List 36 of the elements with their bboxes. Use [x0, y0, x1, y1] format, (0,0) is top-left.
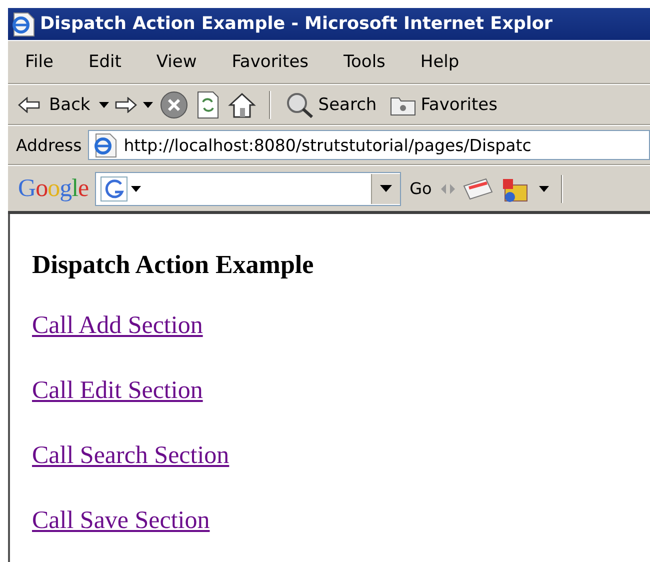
caret-icon[interactable] — [99, 102, 110, 108]
page-heading: Dispatch Action Example — [32, 250, 314, 280]
search-button[interactable]: Search — [283, 90, 380, 120]
forward-arrow-icon — [115, 96, 138, 112]
refresh-icon[interactable] — [195, 90, 222, 120]
caret-icon[interactable] — [538, 186, 549, 192]
arrows-icon — [440, 182, 455, 196]
address-label: Address — [16, 136, 82, 154]
back-arrow-icon — [18, 96, 40, 112]
menu-item[interactable]: File — [20, 48, 84, 76]
dropdown-button[interactable] — [370, 174, 400, 204]
menu-item[interactable]: Help — [415, 48, 490, 76]
home-icon[interactable] — [227, 90, 258, 118]
address-field[interactable]: http://localhost:8080/strutstutorial/pages/Dispatc — [88, 130, 650, 160]
section-link[interactable]: Call Edit Section — [32, 377, 203, 405]
page-icon — [10, 11, 36, 37]
caret-icon[interactable] — [143, 102, 154, 108]
menu-item[interactable]: Tools — [338, 48, 416, 76]
section-link[interactable]: Call Add Section — [32, 312, 203, 340]
tag-icon[interactable] — [460, 176, 495, 202]
menu-item[interactable]: Edit — [83, 48, 152, 76]
section-link[interactable]: Call Search Section — [32, 442, 230, 470]
section-link[interactable]: Call Save Section — [32, 507, 210, 535]
back-button[interactable]: Back — [46, 92, 94, 116]
favorites-button[interactable]: Favorites — [386, 90, 500, 118]
caret-icon — [380, 185, 392, 192]
google-logo: Google — [18, 174, 89, 202]
menu-item[interactable]: View — [151, 48, 227, 76]
go-button[interactable]: Go — [406, 177, 435, 200]
stop-icon[interactable] — [159, 90, 190, 120]
page-icon — [92, 132, 118, 158]
g-icon — [100, 176, 144, 202]
menu-item[interactable]: Favorites — [226, 48, 339, 76]
window-title: Dispatch Action Example - Microsoft Internet Explor — [40, 14, 553, 34]
search-field[interactable] — [94, 172, 401, 206]
search-icon — [286, 92, 314, 118]
